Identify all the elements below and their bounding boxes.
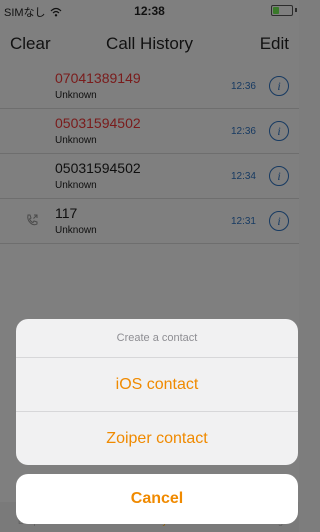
info-icon[interactable]: i [269, 121, 289, 141]
battery-icon [271, 5, 293, 16]
call-time: 12:34 [230, 171, 256, 182]
ios-contact-button[interactable]: iOS contact [16, 358, 298, 412]
history-row[interactable]: 05031594502 Unknown 12:34 i [0, 154, 299, 199]
call-type: Unknown [55, 135, 97, 146]
info-icon[interactable]: i [269, 76, 289, 96]
navigation-bar: Clear Call History Edit [0, 28, 299, 62]
call-number: 05031594502 [55, 115, 141, 131]
history-row[interactable]: 05031594502 Unknown 12:36 i [0, 109, 299, 154]
call-history-list: 07041389149 Unknown 12:36 i 05031594502 … [0, 64, 299, 244]
battery-cap [295, 8, 297, 12]
battery-level [273, 7, 279, 14]
call-number: 05031594502 [55, 160, 141, 176]
call-number: 117 [55, 205, 78, 221]
call-type: Unknown [55, 225, 97, 236]
history-row[interactable]: 117 Unknown 12:31 i [0, 199, 299, 244]
history-row[interactable]: 07041389149 Unknown 12:36 i [0, 64, 299, 109]
info-icon[interactable]: i [269, 211, 289, 231]
info-icon[interactable]: i [269, 166, 289, 186]
outgoing-call-icon [27, 214, 38, 226]
edit-button[interactable]: Edit [260, 34, 289, 54]
status-time: 12:38 [134, 4, 165, 18]
call-time: 12:36 [230, 126, 256, 137]
action-sheet: Create a contact iOS contact Zoiper cont… [16, 319, 298, 465]
call-type: Unknown [55, 90, 97, 101]
cancel-button[interactable]: Cancel [16, 474, 298, 524]
call-type: Unknown [55, 180, 97, 191]
page-title: Call History [106, 34, 193, 53]
call-number: 07041389149 [55, 70, 141, 86]
call-time: 12:31 [230, 216, 256, 227]
zoiper-contact-button[interactable]: Zoiper contact [16, 412, 298, 465]
call-time: 12:36 [230, 81, 256, 92]
action-sheet-title: Create a contact [16, 319, 298, 358]
status-bar: SIMなし 12:38 [0, 0, 299, 20]
